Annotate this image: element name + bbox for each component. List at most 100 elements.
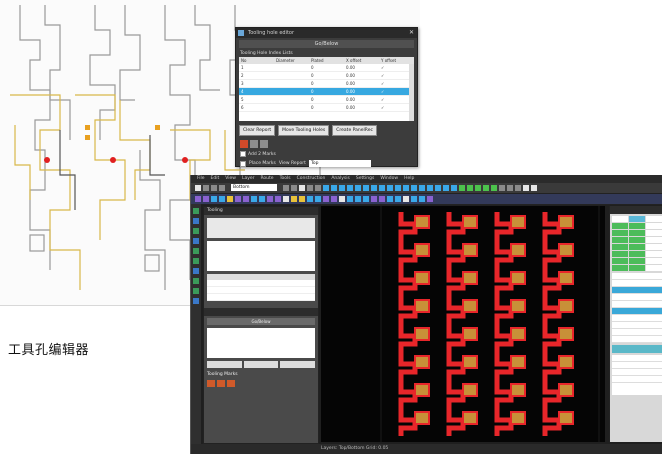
layer-cell[interactable] — [612, 265, 628, 271]
misc-icon[interactable] — [427, 196, 433, 202]
table-row[interactable]: 1 0 0.00 ✓ — [239, 64, 414, 72]
zoom-in-icon[interactable] — [283, 185, 289, 191]
hole-icon[interactable] — [259, 196, 265, 202]
snap-icon[interactable] — [507, 185, 513, 191]
layer-cell[interactable] — [646, 244, 662, 250]
bus-icon[interactable] — [219, 196, 225, 202]
layer-cell[interactable] — [612, 223, 628, 229]
line-icon[interactable] — [355, 185, 361, 191]
move-tooling-holes-button[interactable]: Move Tooling Holes — [278, 125, 330, 136]
layer-cell[interactable] — [629, 244, 645, 250]
menu-item[interactable]: Edit — [211, 175, 220, 183]
report-icon[interactable] — [403, 196, 409, 202]
pattern-icon[interactable] — [395, 196, 401, 202]
property-row[interactable] — [612, 294, 662, 301]
layer-cell[interactable] — [612, 251, 628, 257]
column-header[interactable]: X offset — [344, 57, 379, 64]
strip-tool-icon[interactable] — [193, 288, 199, 294]
property-row[interactable] — [612, 315, 662, 322]
route-icon[interactable] — [323, 185, 329, 191]
layer-cell[interactable] — [612, 244, 628, 250]
menu-item[interactable]: Tools — [280, 175, 291, 183]
mirror-icon[interactable] — [387, 185, 393, 191]
outline-icon[interactable] — [267, 196, 273, 202]
table-row[interactable]: 5 0 0.00 ✓ — [239, 96, 414, 104]
check-icon[interactable] — [467, 185, 473, 191]
side-panel-grid[interactable] — [207, 328, 315, 358]
place-marks-checkbox[interactable] — [240, 160, 246, 167]
column-header[interactable]: Y offset — [379, 57, 414, 64]
panel-icon[interactable] — [475, 185, 481, 191]
mark-icon[interactable] — [291, 196, 297, 202]
menu-item[interactable]: File — [197, 175, 205, 183]
side-panel-button[interactable] — [207, 361, 242, 368]
select-icon[interactable] — [315, 185, 321, 191]
layer-cell[interactable] — [646, 223, 662, 229]
layer-cell[interactable] — [646, 265, 662, 271]
symbol-icon[interactable] — [323, 196, 329, 202]
properties-action[interactable] — [612, 345, 662, 353]
side-panel-button[interactable] — [243, 361, 279, 368]
footprint-icon[interactable] — [331, 196, 337, 202]
property-row[interactable] — [612, 376, 662, 383]
close-icon[interactable]: ✕ — [409, 28, 414, 38]
fit-icon[interactable] — [299, 185, 305, 191]
layer-cell[interactable] — [646, 230, 662, 236]
draw-icon[interactable] — [195, 196, 201, 202]
layer-cell[interactable] — [612, 237, 628, 243]
property-row[interactable] — [612, 273, 662, 280]
layer-cell[interactable] — [629, 258, 645, 264]
property-row[interactable] — [612, 369, 662, 376]
dialog-titlebar[interactable]: Tooling hole editor ✕ — [236, 28, 417, 38]
view-report-label[interactable]: View Report — [279, 161, 306, 166]
create-panelrec-button[interactable]: Create PanelRec — [332, 125, 377, 136]
distribute-icon[interactable] — [411, 185, 417, 191]
layer-cell[interactable] — [612, 216, 628, 222]
property-row[interactable] — [612, 362, 662, 369]
drill-icon[interactable] — [251, 196, 257, 202]
gerber-icon[interactable] — [491, 185, 497, 191]
group-icon[interactable] — [419, 185, 425, 191]
strip-tool-icon[interactable] — [193, 298, 199, 304]
table-row-selected[interactable]: 4 0 0.00 ✓ — [239, 88, 414, 96]
refresh-icon[interactable] — [339, 196, 345, 202]
view-icon[interactable] — [411, 196, 417, 202]
align-icon[interactable] — [403, 185, 409, 191]
strip-tool-icon[interactable] — [193, 238, 199, 244]
column-header[interactable]: Diameter — [274, 57, 309, 64]
strip-tool-icon[interactable] — [193, 218, 199, 224]
copy-icon[interactable] — [379, 185, 385, 191]
property-row[interactable] — [612, 301, 662, 308]
property-row[interactable] — [612, 336, 662, 343]
save-icon[interactable] — [211, 185, 217, 191]
export-icon[interactable] — [483, 185, 489, 191]
property-row[interactable] — [612, 280, 662, 287]
side-table-row[interactable] — [207, 294, 315, 301]
side-panel-table[interactable] — [207, 274, 315, 301]
column-header[interactable]: Plated — [309, 57, 344, 64]
delete-hole-icon[interactable] — [260, 140, 268, 148]
window-icon[interactable] — [523, 185, 529, 191]
layer-cell[interactable] — [646, 258, 662, 264]
layer-cell[interactable] — [612, 258, 628, 264]
layer-down-icon[interactable] — [355, 196, 361, 202]
mark-add-icon[interactable] — [207, 380, 215, 387]
rotate-icon[interactable] — [395, 185, 401, 191]
menu-item[interactable]: Construction — [297, 175, 326, 183]
layer-up-icon[interactable] — [347, 196, 353, 202]
strip-tool-icon[interactable] — [193, 248, 199, 254]
side-panel-button[interactable] — [280, 361, 316, 368]
layer-cell[interactable] — [629, 251, 645, 257]
mark-move-icon[interactable] — [217, 380, 225, 387]
open-file-icon[interactable] — [203, 185, 209, 191]
clear-report-button[interactable]: Clear Report — [239, 125, 276, 136]
add-hole-icon[interactable] — [240, 140, 248, 148]
new-file-icon[interactable] — [195, 185, 201, 191]
menu-item[interactable]: Help — [404, 175, 414, 183]
layer-cell[interactable] — [629, 216, 645, 222]
edit-hole-icon[interactable] — [250, 140, 258, 148]
strip-tool-icon[interactable] — [193, 208, 199, 214]
print-icon[interactable] — [219, 185, 225, 191]
layer-select[interactable]: Bottom — [231, 184, 277, 191]
sel-all-icon[interactable] — [283, 196, 289, 202]
